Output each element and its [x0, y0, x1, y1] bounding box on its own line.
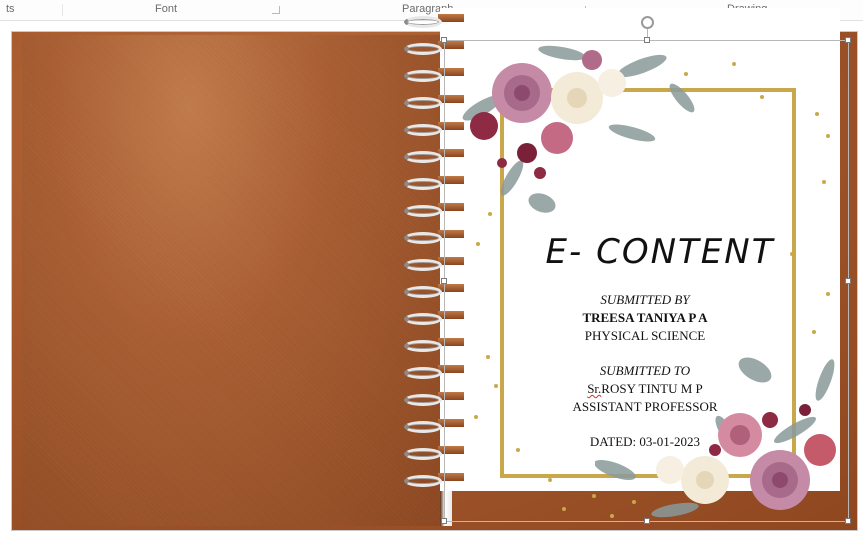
confetti-dot: [826, 292, 830, 296]
floral-cluster-top: [462, 45, 695, 213]
spiral-coil: [404, 286, 442, 298]
confetti-dot: [486, 355, 490, 359]
confetti-dot: [732, 62, 736, 66]
resize-handle-left[interactable]: [441, 278, 447, 284]
spiral-coil: [404, 313, 442, 325]
submitted-to-label: SUBMITTED TO: [599, 363, 691, 378]
spiral-binding: [404, 8, 454, 494]
confetti-dot: [826, 134, 830, 138]
confetti-dot: [812, 330, 816, 334]
cream-flower-icon: [656, 456, 729, 504]
resize-handle-top-left[interactable]: [441, 37, 447, 43]
confetti-dot: [815, 112, 819, 116]
ribbon-group-styles-label: ts: [6, 3, 15, 15]
font-dialog-launcher-icon[interactable]: [272, 6, 280, 14]
subject-name: PHYSICAL SCIENCE: [584, 328, 706, 343]
dated-line: DATED: 03-01-2023: [589, 434, 701, 449]
resize-handle-right[interactable]: [845, 278, 851, 284]
spiral-coil: [404, 16, 442, 28]
spiral-coil: [404, 475, 442, 487]
spiral-coil: [404, 367, 442, 379]
resize-handle-top[interactable]: [644, 37, 650, 43]
resize-handle-bottom-left[interactable]: [441, 518, 447, 524]
resize-handle-bottom-right[interactable]: [845, 518, 851, 524]
teacher-title-prefix: Sr.: [587, 381, 602, 396]
copper-cover-left: [22, 35, 440, 526]
teacher-designation: ASSISTANT PROFESSOR: [572, 399, 718, 414]
ribbon-separator: [62, 4, 63, 16]
spiral-coil: [404, 205, 442, 217]
teacher-name-rest: ROSY TINTU M P: [601, 381, 703, 396]
spiral-coil: [404, 421, 442, 433]
spiral-coil: [404, 259, 442, 271]
rotate-handle-icon[interactable]: [641, 16, 654, 29]
confetti-dot: [562, 507, 566, 511]
confetti-dot: [822, 180, 826, 184]
spiral-coil: [404, 178, 442, 190]
spiral-coil: [404, 43, 442, 55]
spiral-coil: [404, 394, 442, 406]
spiral-coil: [404, 124, 442, 136]
teacher-name: Sr.ROSY TINTU M P: [520, 381, 770, 397]
confetti-dot: [474, 415, 478, 419]
spiral-coil: [404, 97, 442, 109]
resize-handle-top-right[interactable]: [845, 37, 851, 43]
spiral-coil: [404, 151, 442, 163]
student-name: TREESA TANIYA P A: [582, 310, 708, 325]
confetti-dot: [548, 478, 552, 482]
confetti-dot: [494, 384, 498, 388]
spiral-coil: [404, 70, 442, 82]
submitted-by-label: SUBMITTED BY: [600, 292, 690, 307]
resize-handle-bottom[interactable]: [644, 518, 650, 524]
ribbon-group-font-label: Font: [155, 3, 178, 15]
cover-title: E- CONTENT: [545, 232, 775, 272]
spiral-coil: [404, 448, 442, 460]
confetti-dot: [760, 95, 764, 99]
spiral-coil: [404, 232, 442, 244]
confetti-dot: [476, 242, 480, 246]
spiral-coil: [404, 340, 442, 352]
rose-icon: [492, 63, 552, 123]
cream-flower-icon: [551, 69, 626, 124]
